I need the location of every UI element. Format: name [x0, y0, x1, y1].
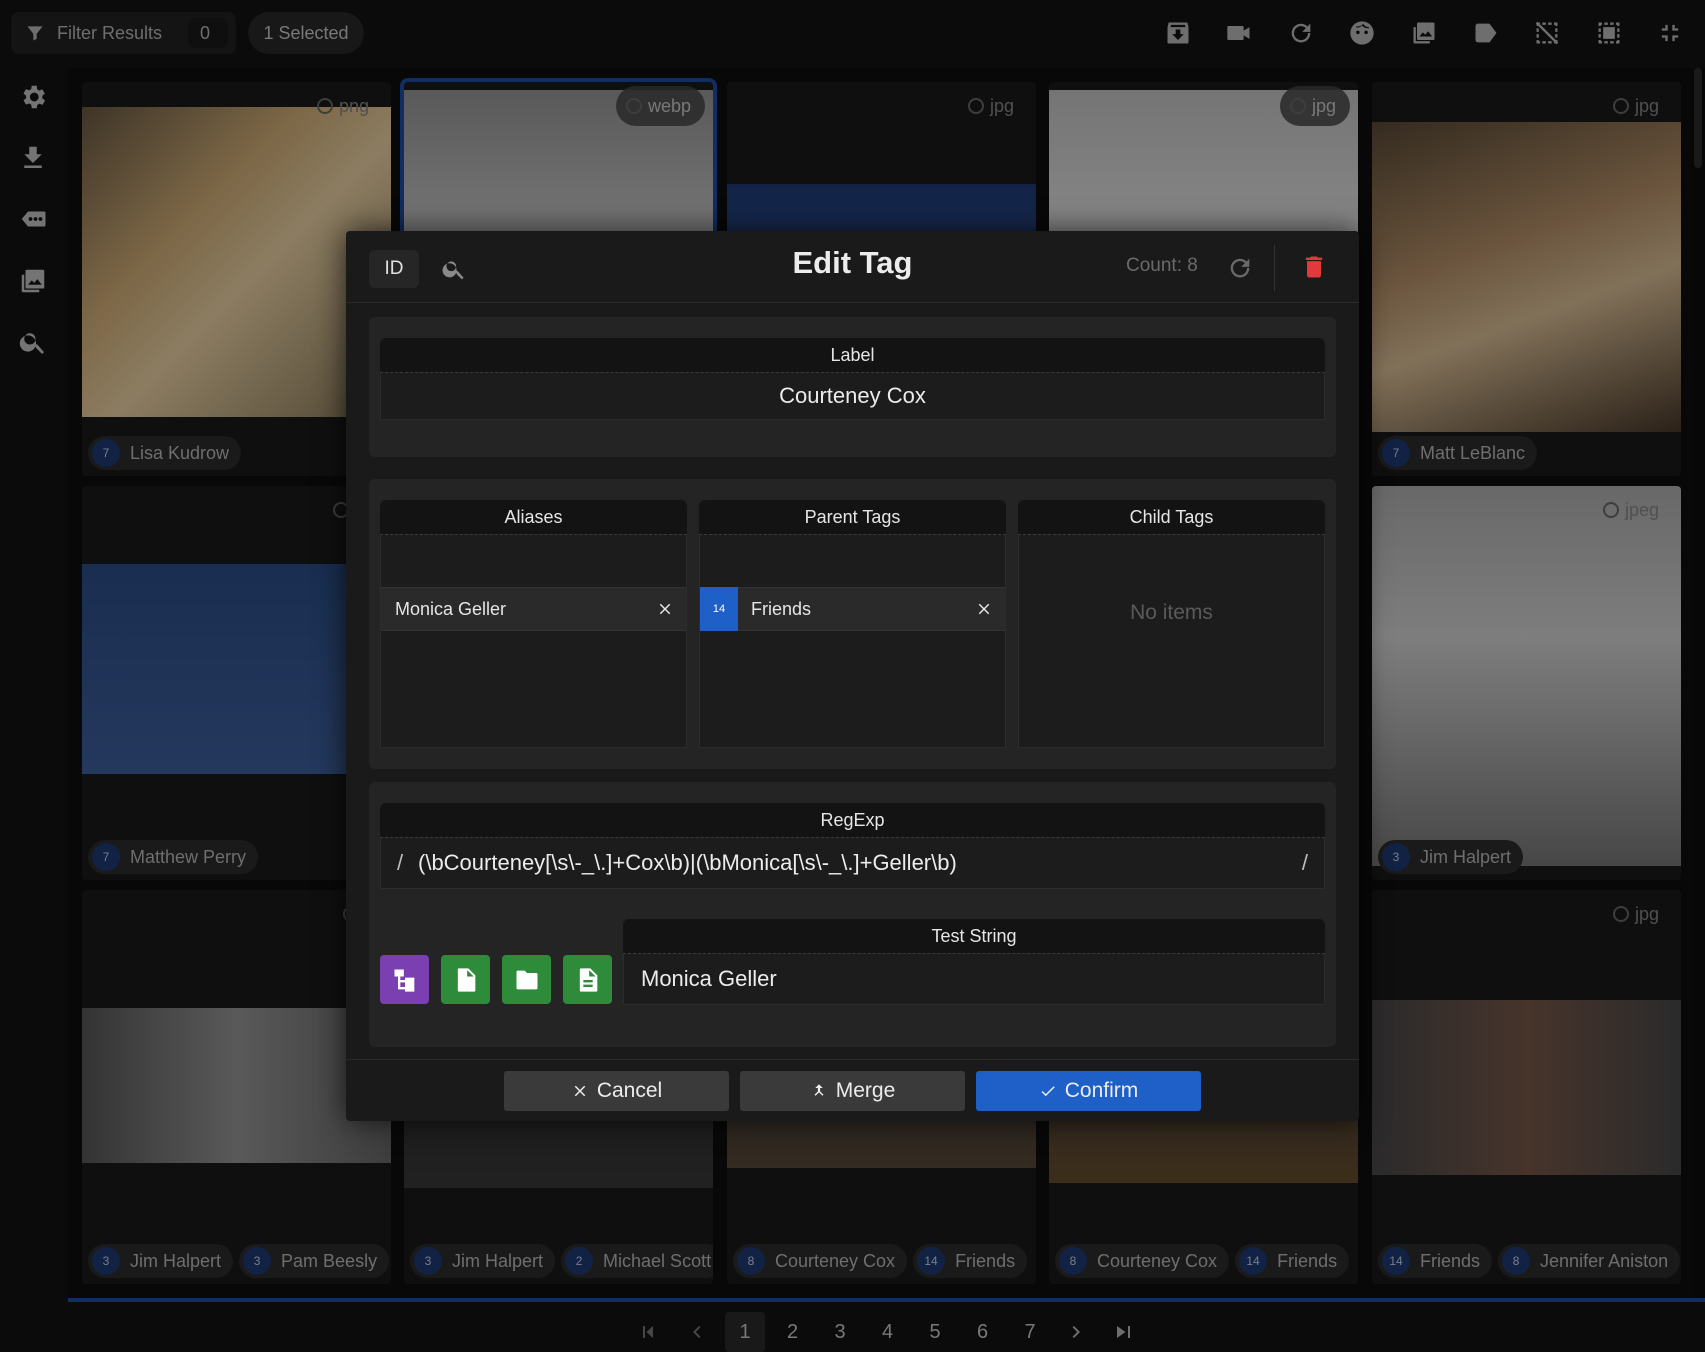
parent-tags-list[interactable]: 14 Friends	[699, 534, 1006, 748]
regexp-panel: RegExp / (\bCourteney[\s\-_\.]+Cox\b)|(\…	[369, 782, 1336, 1047]
folder-icon	[516, 970, 537, 989]
dialog-title: Edit Tag	[792, 245, 913, 280]
merge-icon	[814, 1084, 824, 1096]
confirm-label: Confirm	[1064, 1079, 1139, 1102]
file-button[interactable]	[441, 955, 490, 1004]
dialog-footer: Cancel Merge Confirm	[346, 1059, 1359, 1121]
merge-button[interactable]: Merge	[740, 1071, 965, 1111]
label-panel: Label Courteney Cox	[369, 317, 1336, 457]
parent-tags-header: Parent Tags	[699, 500, 1006, 534]
child-tags-list[interactable]: No items	[1018, 534, 1325, 748]
label-header: Label	[380, 338, 1325, 372]
folder-button[interactable]	[502, 955, 551, 1004]
header-divider	[1274, 245, 1275, 291]
relations-panel: Aliases Monica Geller Parent Tags 14 Fri…	[369, 479, 1336, 769]
regexp-close-slash: /	[1301, 850, 1308, 875]
alias-label: Monica Geller	[395, 598, 507, 619]
test-string-header: Test String	[623, 919, 1325, 953]
cancel-button[interactable]: Cancel	[504, 1071, 729, 1111]
test-string-input[interactable]: Monica Geller	[623, 953, 1325, 1005]
confirm-button[interactable]: Confirm	[976, 1071, 1201, 1111]
file-icon	[457, 967, 475, 992]
check-icon	[1041, 1086, 1055, 1097]
merge-label: Merge	[835, 1079, 896, 1102]
alias-item[interactable]: Monica Geller	[381, 587, 686, 631]
document-button[interactable]	[563, 955, 612, 1004]
aliases-list[interactable]: Monica Geller	[380, 534, 687, 748]
id-button[interactable]: ID	[369, 250, 419, 288]
remove-alias-icon[interactable]	[656, 600, 674, 618]
document-icon	[579, 967, 597, 992]
search-icon[interactable]	[441, 256, 467, 282]
edit-tag-dialog: ID Edit Tag Count: 8 Label Courteney Cox…	[346, 231, 1359, 1121]
dialog-header: ID Edit Tag Count: 8	[346, 231, 1359, 303]
regexp-header: RegExp	[380, 803, 1325, 837]
hierarchy-icon	[394, 969, 414, 992]
child-tags-header: Child Tags	[1018, 500, 1325, 534]
aliases-header: Aliases	[380, 500, 687, 534]
refresh-icon[interactable]	[1226, 254, 1254, 282]
delete-icon[interactable]	[1300, 253, 1328, 281]
tag-count: Count: 8	[1126, 255, 1198, 276]
label-input[interactable]: Courteney Cox	[380, 372, 1325, 420]
parent-tag-item[interactable]: 14 Friends	[700, 587, 1005, 631]
regexp-input[interactable]: / (\bCourteney[\s\-_\.]+Cox\b)|(\bMonica…	[380, 837, 1325, 889]
hierarchy-button[interactable]	[380, 955, 429, 1004]
parent-tag-count: 14	[700, 587, 738, 631]
cancel-label: Cancel	[596, 1079, 663, 1102]
regexp-value: (\bCourteney[\s\-_\.]+Cox\b)|(\bMonica[\…	[418, 850, 957, 875]
regexp-open-slash: /	[397, 850, 404, 875]
child-tags-empty: No items	[1130, 601, 1213, 624]
parent-tag-label: Friends	[751, 598, 812, 619]
close-icon	[574, 1085, 586, 1097]
remove-parent-icon[interactable]	[975, 600, 993, 618]
